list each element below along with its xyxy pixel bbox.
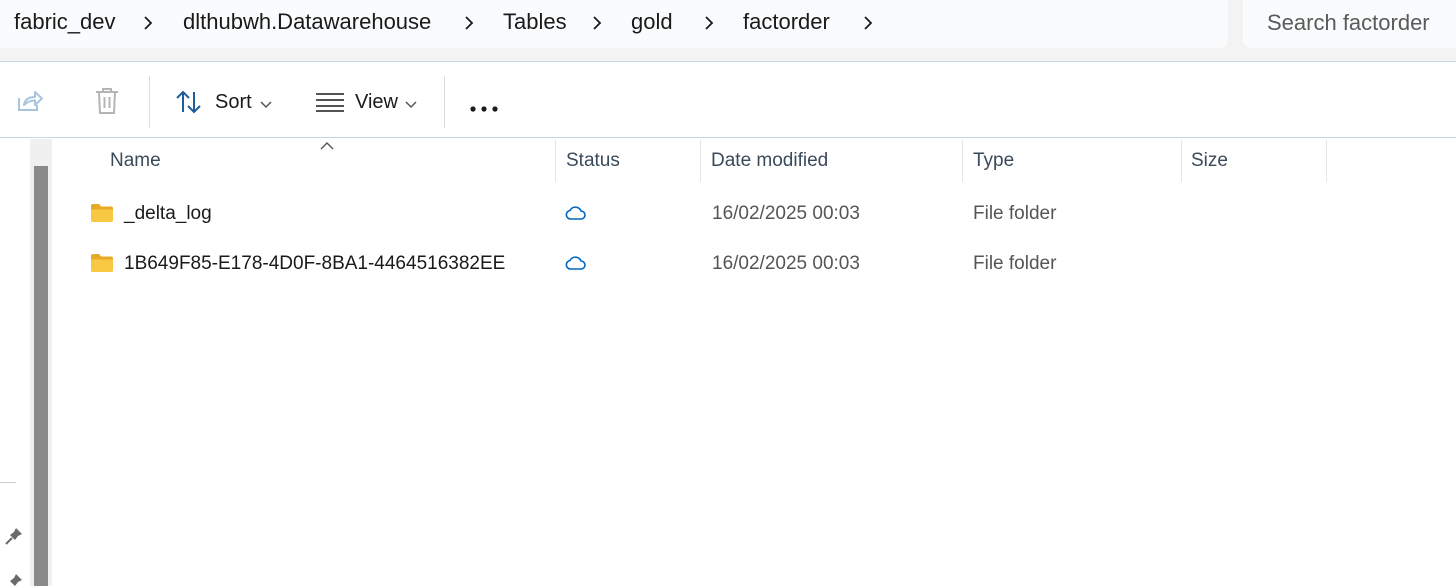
nav-divider bbox=[0, 482, 16, 483]
trash-icon[interactable] bbox=[94, 87, 120, 120]
file-name: 1B649F85-E178-4D0F-8BA1-4464516382EE bbox=[124, 253, 506, 274]
breadcrumb-item-fabric-dev[interactable]: fabric_dev bbox=[14, 9, 116, 35]
more-icon[interactable] bbox=[470, 99, 498, 117]
sort-icon bbox=[175, 89, 203, 120]
breadcrumb-item-tables[interactable]: Tables bbox=[503, 9, 567, 35]
column-separator[interactable] bbox=[700, 140, 701, 182]
breadcrumb-item-gold[interactable]: gold bbox=[631, 9, 673, 35]
sort-label: Sort bbox=[215, 91, 252, 113]
breadcrumb-item-datawarehouse[interactable]: dlthubwh.Datawarehouse bbox=[183, 9, 431, 35]
file-row[interactable]: _delta_log 16/02/2025 00:03 File folder bbox=[72, 191, 1372, 237]
search-input[interactable]: Search factorder bbox=[1243, 0, 1456, 48]
column-header-status[interactable]: Status bbox=[566, 150, 620, 172]
toolbar-divider bbox=[149, 76, 150, 128]
command-bar: Sort View bbox=[0, 63, 1456, 138]
search-placeholder: Search factorder bbox=[1267, 10, 1430, 35]
column-header-date-modified[interactable]: Date modified bbox=[711, 150, 828, 172]
column-separator[interactable] bbox=[962, 140, 963, 182]
folder-icon bbox=[90, 203, 114, 228]
sort-ascending-icon bbox=[320, 137, 334, 155]
file-row[interactable]: 1B649F85-E178-4D0F-8BA1-4464516382EE 16/… bbox=[72, 241, 1372, 287]
scrollbar-thumb[interactable] bbox=[34, 166, 48, 586]
column-header-name[interactable]: Name bbox=[110, 150, 161, 172]
file-type: File folder bbox=[973, 253, 1057, 274]
view-list-icon bbox=[316, 92, 344, 117]
cloud-icon bbox=[564, 205, 586, 226]
file-date-modified: 16/02/2025 00:03 bbox=[712, 203, 860, 224]
breadcrumb-separator-icon[interactable] bbox=[701, 14, 717, 32]
pin-icon[interactable] bbox=[4, 526, 24, 551]
column-separator[interactable] bbox=[555, 140, 556, 182]
column-header-size[interactable]: Size bbox=[1191, 150, 1228, 172]
column-separator[interactable] bbox=[1326, 140, 1327, 182]
chevron-down-icon bbox=[405, 96, 417, 114]
share-icon[interactable] bbox=[16, 88, 44, 119]
column-separator[interactable] bbox=[1181, 140, 1182, 182]
folder-icon bbox=[90, 253, 114, 278]
file-date-modified: 16/02/2025 00:03 bbox=[712, 253, 860, 274]
breadcrumb-separator-icon[interactable] bbox=[860, 14, 876, 32]
toolbar-divider bbox=[444, 76, 445, 128]
column-header-type[interactable]: Type bbox=[973, 150, 1014, 172]
file-name: _delta_log bbox=[124, 203, 212, 224]
breadcrumb-separator-icon[interactable] bbox=[589, 14, 605, 32]
file-type: File folder bbox=[973, 203, 1057, 224]
pin-icon[interactable] bbox=[4, 572, 24, 586]
breadcrumb-separator-icon[interactable] bbox=[461, 14, 477, 32]
cloud-icon bbox=[564, 255, 586, 276]
breadcrumb[interactable]: fabric_dev dlthubwh.Datawarehouse Tables… bbox=[0, 0, 1228, 48]
breadcrumb-separator-icon[interactable] bbox=[140, 14, 156, 32]
chevron-down-icon bbox=[260, 96, 272, 114]
breadcrumb-item-factorder[interactable]: factorder bbox=[743, 9, 830, 35]
address-bar: fabric_dev dlthubwh.Datawarehouse Tables… bbox=[0, 0, 1456, 62]
view-label: View bbox=[355, 91, 398, 113]
